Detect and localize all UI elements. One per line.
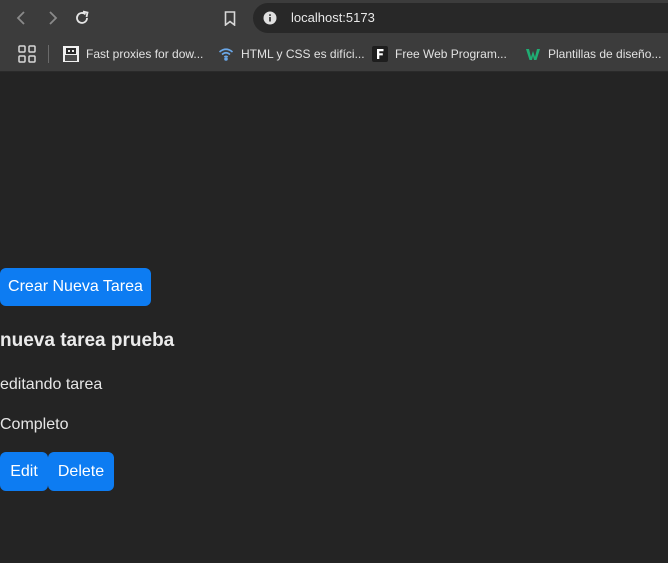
pixel-avatar-icon (63, 46, 79, 62)
bookmarks-bar: Fast proxies for dow... HTML y CSS es di… (0, 36, 668, 72)
bookmark-html-css[interactable]: HTML y CSS es difíci... (218, 45, 365, 63)
url-text: localhost:5173 (291, 10, 375, 25)
delete-button[interactable]: Delete (48, 452, 114, 491)
back-arrow-icon[interactable] (11, 7, 33, 29)
task-description: editando tarea (0, 376, 103, 393)
page-content: Crear Nueva Tarea nueva tarea prueba edi… (0, 72, 668, 563)
bookmark-star-icon[interactable] (219, 7, 241, 29)
task-title: nueva tarea prueba (0, 330, 175, 351)
bookmark-free-web[interactable]: Free Web Program... (372, 45, 507, 63)
reload-icon[interactable] (71, 7, 93, 29)
forward-arrow-icon[interactable] (41, 7, 63, 29)
bookmark-label: Free Web Program... (395, 47, 507, 61)
bookmark-label: HTML y CSS es difíci... (241, 47, 365, 61)
bookmarks-divider (48, 45, 49, 63)
task-status: Completo (0, 416, 69, 433)
edit-button[interactable]: Edit (0, 452, 48, 491)
w-logo-icon (525, 46, 541, 62)
address-bar[interactable]: localhost:5173 (253, 3, 668, 33)
site-info-icon[interactable] (262, 10, 278, 26)
bookmark-label: Plantillas de diseño... (548, 47, 662, 61)
bookmark-label: Fast proxies for dow... (86, 47, 204, 61)
bookmark-fast-proxies[interactable]: Fast proxies for dow... (63, 45, 203, 63)
apps-grid-icon[interactable] (17, 44, 37, 64)
wifi-signal-icon (218, 46, 234, 62)
browser-toolbar: localhost:5173 (0, 0, 668, 36)
create-task-button[interactable]: Crear Nueva Tarea (0, 268, 151, 306)
bookmark-plantillas[interactable]: Plantillas de diseño... (525, 45, 661, 63)
f-letter-icon (372, 46, 388, 62)
